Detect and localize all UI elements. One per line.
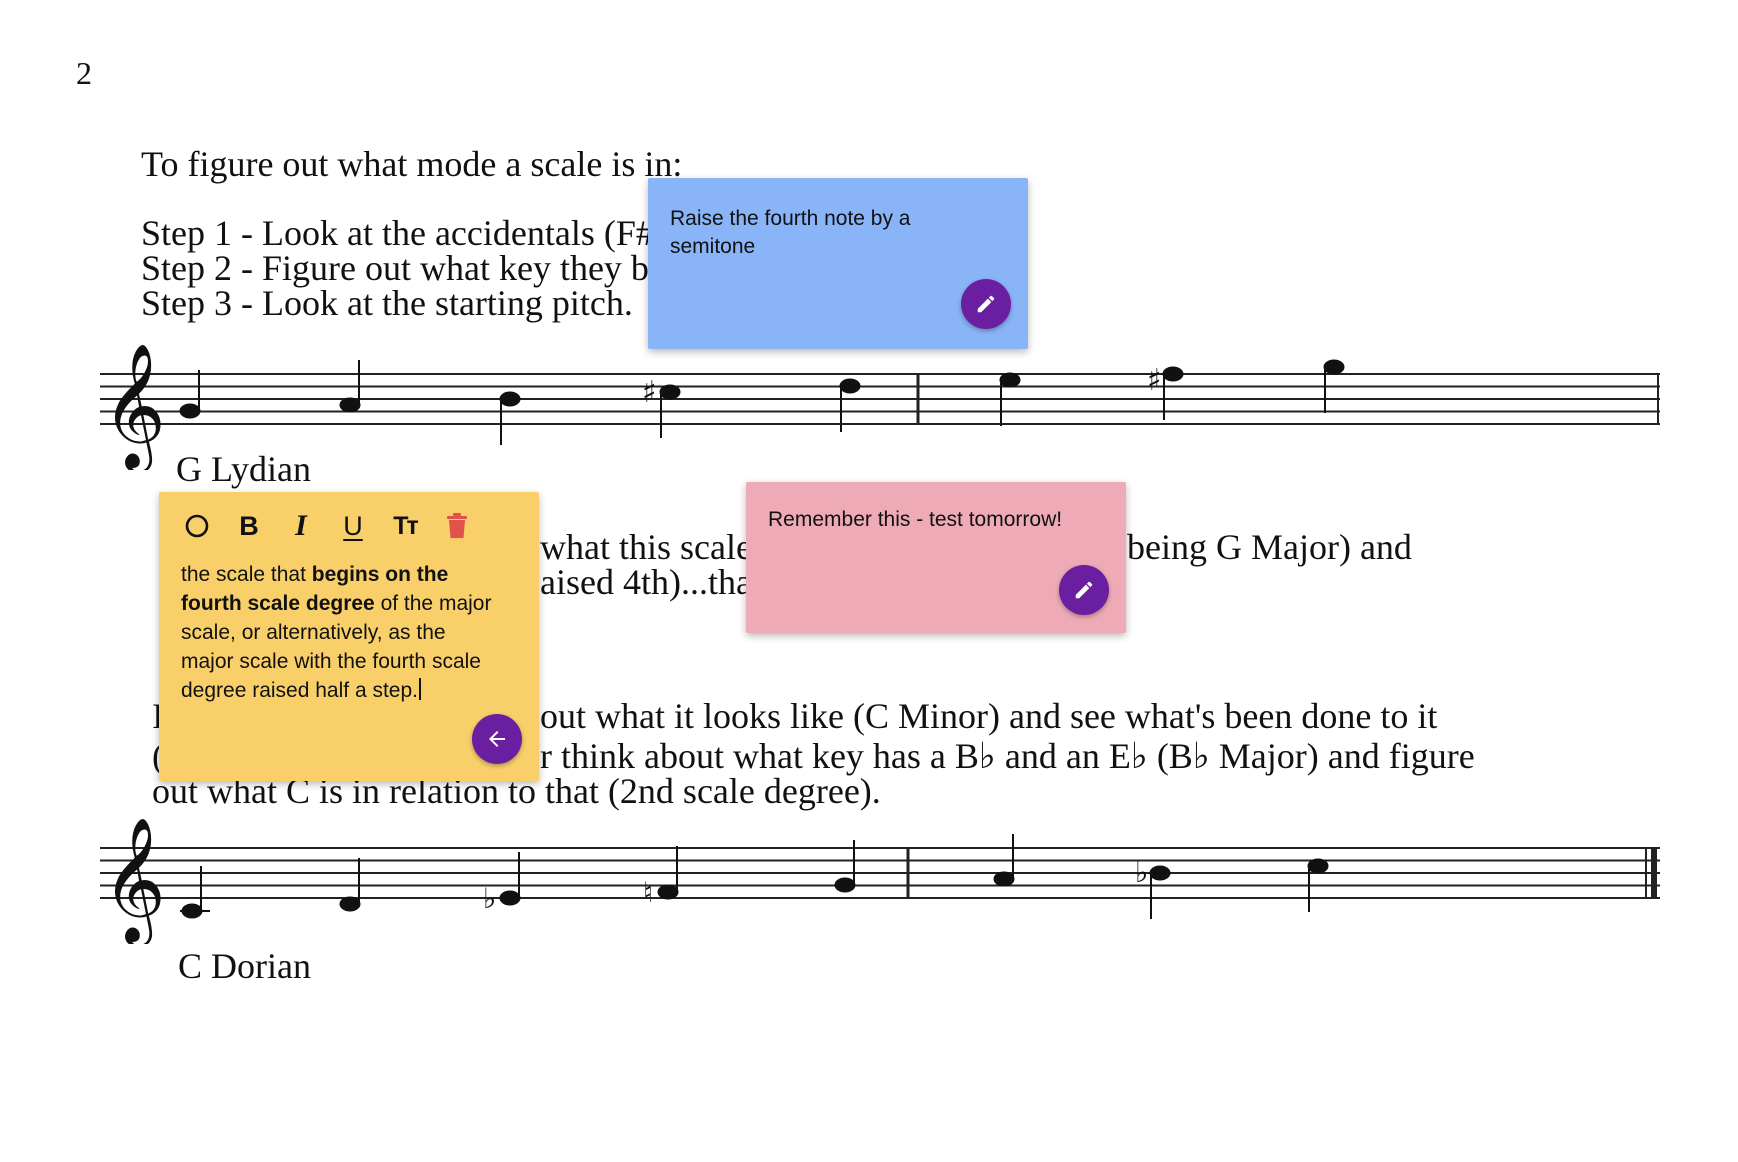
text-cursor (419, 678, 421, 700)
underline-button[interactable]: U (337, 510, 369, 542)
sticky-note-blue[interactable]: Raise the fourth note by a semitone (648, 178, 1028, 349)
delete-note-button[interactable] (441, 510, 473, 542)
treble-clef-icon: 𝄞 (102, 343, 166, 470)
circle-icon (185, 514, 209, 538)
trash-icon (447, 513, 467, 538)
note-text-segment: the scale that (181, 563, 312, 586)
intro-step-3: Step 3 - Look at the starting pitch. (141, 283, 633, 323)
sticky-note-pink[interactable]: Remember this - test tomorrow! (746, 482, 1126, 633)
close-editor-button[interactable] (472, 714, 522, 764)
paragraph-1-fragment: aised 4th)...tha (540, 562, 752, 602)
edit-note-button[interactable] (1059, 565, 1109, 615)
intro-heading: To figure out what mode a scale is in: (141, 144, 683, 184)
text-size-button[interactable]: Tт (389, 510, 421, 542)
svg-text:♭: ♭ (483, 882, 496, 915)
staff-label-g-lydian: G Lydian (176, 449, 311, 489)
svg-text:♭: ♭ (1135, 856, 1148, 889)
edit-icon (977, 295, 995, 313)
sticky-note-text: Raise the fourth note by a semitone (670, 207, 911, 258)
sticky-note-text: Remember this - test tomorrow! (768, 508, 1063, 531)
svg-text:♯: ♯ (642, 375, 657, 410)
sticky-note-yellow-editing[interactable]: B I U Tт the scale that begins on the fo… (159, 492, 539, 781)
paragraph-2-fragment: out what it looks like (C Minor) and see… (540, 696, 1438, 736)
arrow-left-icon (489, 731, 505, 747)
svg-text:♮: ♮ (643, 876, 653, 909)
edit-icon (1075, 581, 1093, 599)
formatting-toolbar: B I U Tт (181, 509, 473, 542)
bold-button[interactable]: B (233, 510, 265, 542)
staff-c-dorian: 𝄞 ♭ ♮ ♭ (100, 817, 1660, 944)
note-editor-textarea[interactable]: the scale that begins on the fourth scal… (181, 560, 501, 705)
staff-label-c-dorian: C Dorian (178, 946, 311, 986)
paragraph-1-fragment: being G Major) and (1127, 527, 1412, 567)
italic-button[interactable]: I (285, 509, 317, 542)
circle-format-button[interactable] (181, 510, 213, 542)
staff-g-lydian: 𝄞 ♯ ♯ (100, 343, 1660, 470)
treble-clef-icon: 𝄞 (102, 817, 166, 944)
page-number: 2 (76, 55, 92, 91)
svg-text:♯: ♯ (1147, 363, 1162, 398)
edit-note-button[interactable] (961, 279, 1011, 329)
